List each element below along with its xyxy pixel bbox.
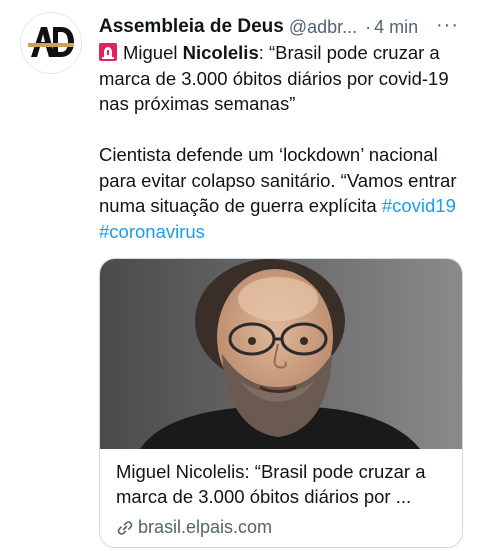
tweet-text: Miguel Nicolelis: “Brasil pode cruzar a …	[99, 40, 469, 244]
tweet-text-lead: Miguel	[123, 42, 183, 63]
ad-logo-icon	[21, 13, 81, 73]
link-preview-card[interactable]: Miguel Nicolelis: “Brasil pode cruzar a …	[99, 258, 463, 548]
separator-dot: ·	[365, 16, 372, 37]
timestamp[interactable]: 4 min	[374, 17, 418, 38]
link-icon	[117, 520, 133, 535]
tweet[interactable]: Assembleia de Deus @adbr... · 4 min ··· …	[0, 0, 485, 551]
hashtag-coronavirus[interactable]: #coronavirus	[99, 221, 205, 242]
author-name[interactable]: Assembleia de Deus	[99, 16, 284, 38]
card-title[interactable]: Miguel Nicolelis: “Brasil pode cruzar a …	[116, 459, 450, 509]
tweet-text-paragraph-2: Cientista defende um ‘lockdown’ nacional…	[99, 142, 469, 244]
tweet-header: Assembleia de Deus @adbr... · 4 min ···	[99, 14, 473, 40]
tweet-text-paragraph-1: Miguel Nicolelis: “Brasil pode cruzar a …	[99, 40, 469, 117]
siren-emoji-icon	[99, 43, 117, 61]
hashtag-covid19[interactable]: #covid19	[382, 195, 456, 216]
tweet-text-bold-name: Nicolelis	[182, 42, 259, 63]
author-handle[interactable]: @adbr...	[289, 17, 357, 38]
avatar[interactable]	[20, 12, 82, 74]
card-domain[interactable]: brasil.elpais.com	[116, 517, 272, 538]
more-options-icon[interactable]: ···	[436, 14, 459, 36]
card-domain-text: brasil.elpais.com	[138, 517, 273, 537]
card-photo	[100, 259, 462, 449]
